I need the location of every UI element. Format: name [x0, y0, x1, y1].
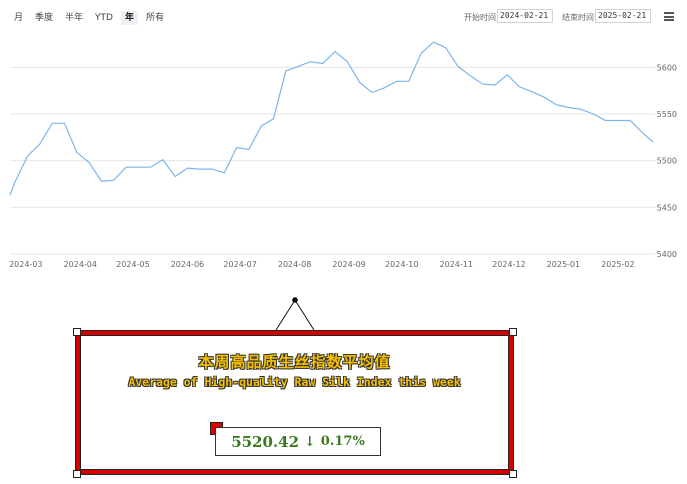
corner-handle: [73, 328, 81, 336]
index-value: 5520.42: [231, 432, 300, 451]
index-change: 0.17%: [320, 434, 365, 449]
index-value-box: 5520.42 ↓ 0.17%: [215, 427, 381, 456]
down-arrow-icon: ↓: [304, 433, 316, 450]
panel-title-en: Average of High-quality Raw Silk Index t…: [128, 375, 461, 389]
panel-title-cn: 本周高品质生丝指数平均值: [198, 353, 391, 371]
corner-handle: [509, 470, 517, 478]
corner-handle: [73, 470, 81, 478]
index-panel: 本周高品质生丝指数平均值 Average of High-quality Raw…: [75, 330, 514, 475]
corner-handle: [509, 328, 517, 336]
